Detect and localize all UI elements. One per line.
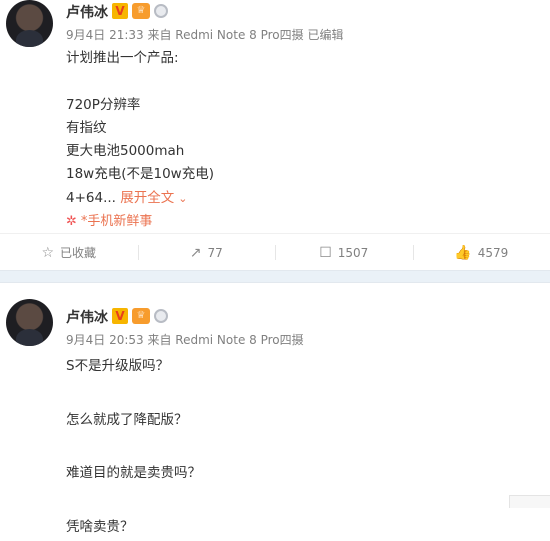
expand-full-text-link[interactable]: 展开全文⌄ <box>120 190 187 206</box>
content-line <box>66 487 201 514</box>
author-name[interactable]: 卢伟冰 <box>66 307 108 327</box>
content-line: 难道目的就是卖贵吗？ <box>66 460 201 487</box>
author-avatar[interactable] <box>6 0 53 47</box>
content-line: 18w充电(不是10w充电) <box>66 163 214 186</box>
verified-badge-icon[interactable]: V <box>112 3 128 19</box>
content-line: 凭啥卖贵？ <box>66 514 201 541</box>
content-line <box>66 433 201 460</box>
repost-button[interactable]: ↗ 77 <box>138 234 276 271</box>
post-content: 计划推出一个产品: 720P分辨率 有指纹 更大电池5000mah 18w充电(… <box>66 47 214 233</box>
repost-count: 77 <box>207 246 222 260</box>
expand-label: 展开全文 <box>120 190 174 206</box>
topic-label: *手机新鲜事 <box>81 214 153 229</box>
author-avatar[interactable] <box>6 299 53 346</box>
medal-icon[interactable] <box>154 4 168 18</box>
content-line-last: 4+64... 展开全文⌄ <box>66 187 214 210</box>
vip-crown-icon[interactable]: ♕ <box>132 308 150 324</box>
verified-badge-icon[interactable]: V <box>112 308 128 324</box>
like-count: 4579 <box>478 246 509 260</box>
thumbs-up-icon: 👍 <box>454 246 471 260</box>
comment-button[interactable]: ☐ 1507 <box>275 234 413 271</box>
author-badges: V ♕ <box>112 3 168 19</box>
comment-icon: ☐ <box>319 246 332 260</box>
star-icon: ☆ <box>41 246 54 260</box>
repost-icon: ↗ <box>190 246 202 260</box>
post-meta: 9月4日 21:33 来自 Redmi Note 8 Pro四摄 已编辑 <box>66 26 343 43</box>
content-line: 有指纹 <box>66 117 214 140</box>
content-line: 怎么就成了降配版？ <box>66 407 201 434</box>
content-line <box>66 70 214 93</box>
content-line: 更大电池5000mah <box>66 140 214 163</box>
topic-icon: ✲ <box>66 214 77 229</box>
feed-divider <box>0 270 550 283</box>
topic-source-link[interactable]: ✲ *手机新鲜事 <box>66 210 214 233</box>
content-line: 计划推出一个产品: <box>66 47 214 70</box>
comment-count: 1507 <box>338 246 369 260</box>
post-meta: 9月4日 20:53 来自 Redmi Note 8 Pro四摄 <box>66 331 304 348</box>
floating-widget-edge[interactable] <box>509 495 550 508</box>
post-content: S不是升级版吗？ 怎么就成了降配版？ 难道目的就是卖贵吗？ 凭啥卖贵？ <box>66 353 201 541</box>
content-text: 4+64... <box>66 190 116 206</box>
favorite-button[interactable]: ☆ 已收藏 <box>0 234 138 271</box>
favorite-label: 已收藏 <box>60 244 96 261</box>
weibo-post-2: 卢伟冰 V ♕ 9月4日 20:53 来自 Redmi Note 8 Pro四摄… <box>0 283 550 508</box>
content-line: 720P分辨率 <box>66 94 214 117</box>
like-button[interactable]: 👍 4579 <box>413 234 550 271</box>
author-name[interactable]: 卢伟冰 <box>66 2 108 22</box>
weibo-post-1: 卢伟冰 V ♕ 9月4日 21:33 来自 Redmi Note 8 Pro四摄… <box>0 0 550 270</box>
vip-crown-icon[interactable]: ♕ <box>132 3 150 19</box>
content-line: S不是升级版吗？ <box>66 353 201 380</box>
content-line <box>66 380 201 407</box>
author-badges: V ♕ <box>112 308 168 324</box>
post-action-bar: ☆ 已收藏 ↗ 77 ☐ 1507 👍 4579 <box>0 233 550 271</box>
medal-icon[interactable] <box>154 309 168 323</box>
chevron-down-icon: ⌄ <box>178 187 187 210</box>
